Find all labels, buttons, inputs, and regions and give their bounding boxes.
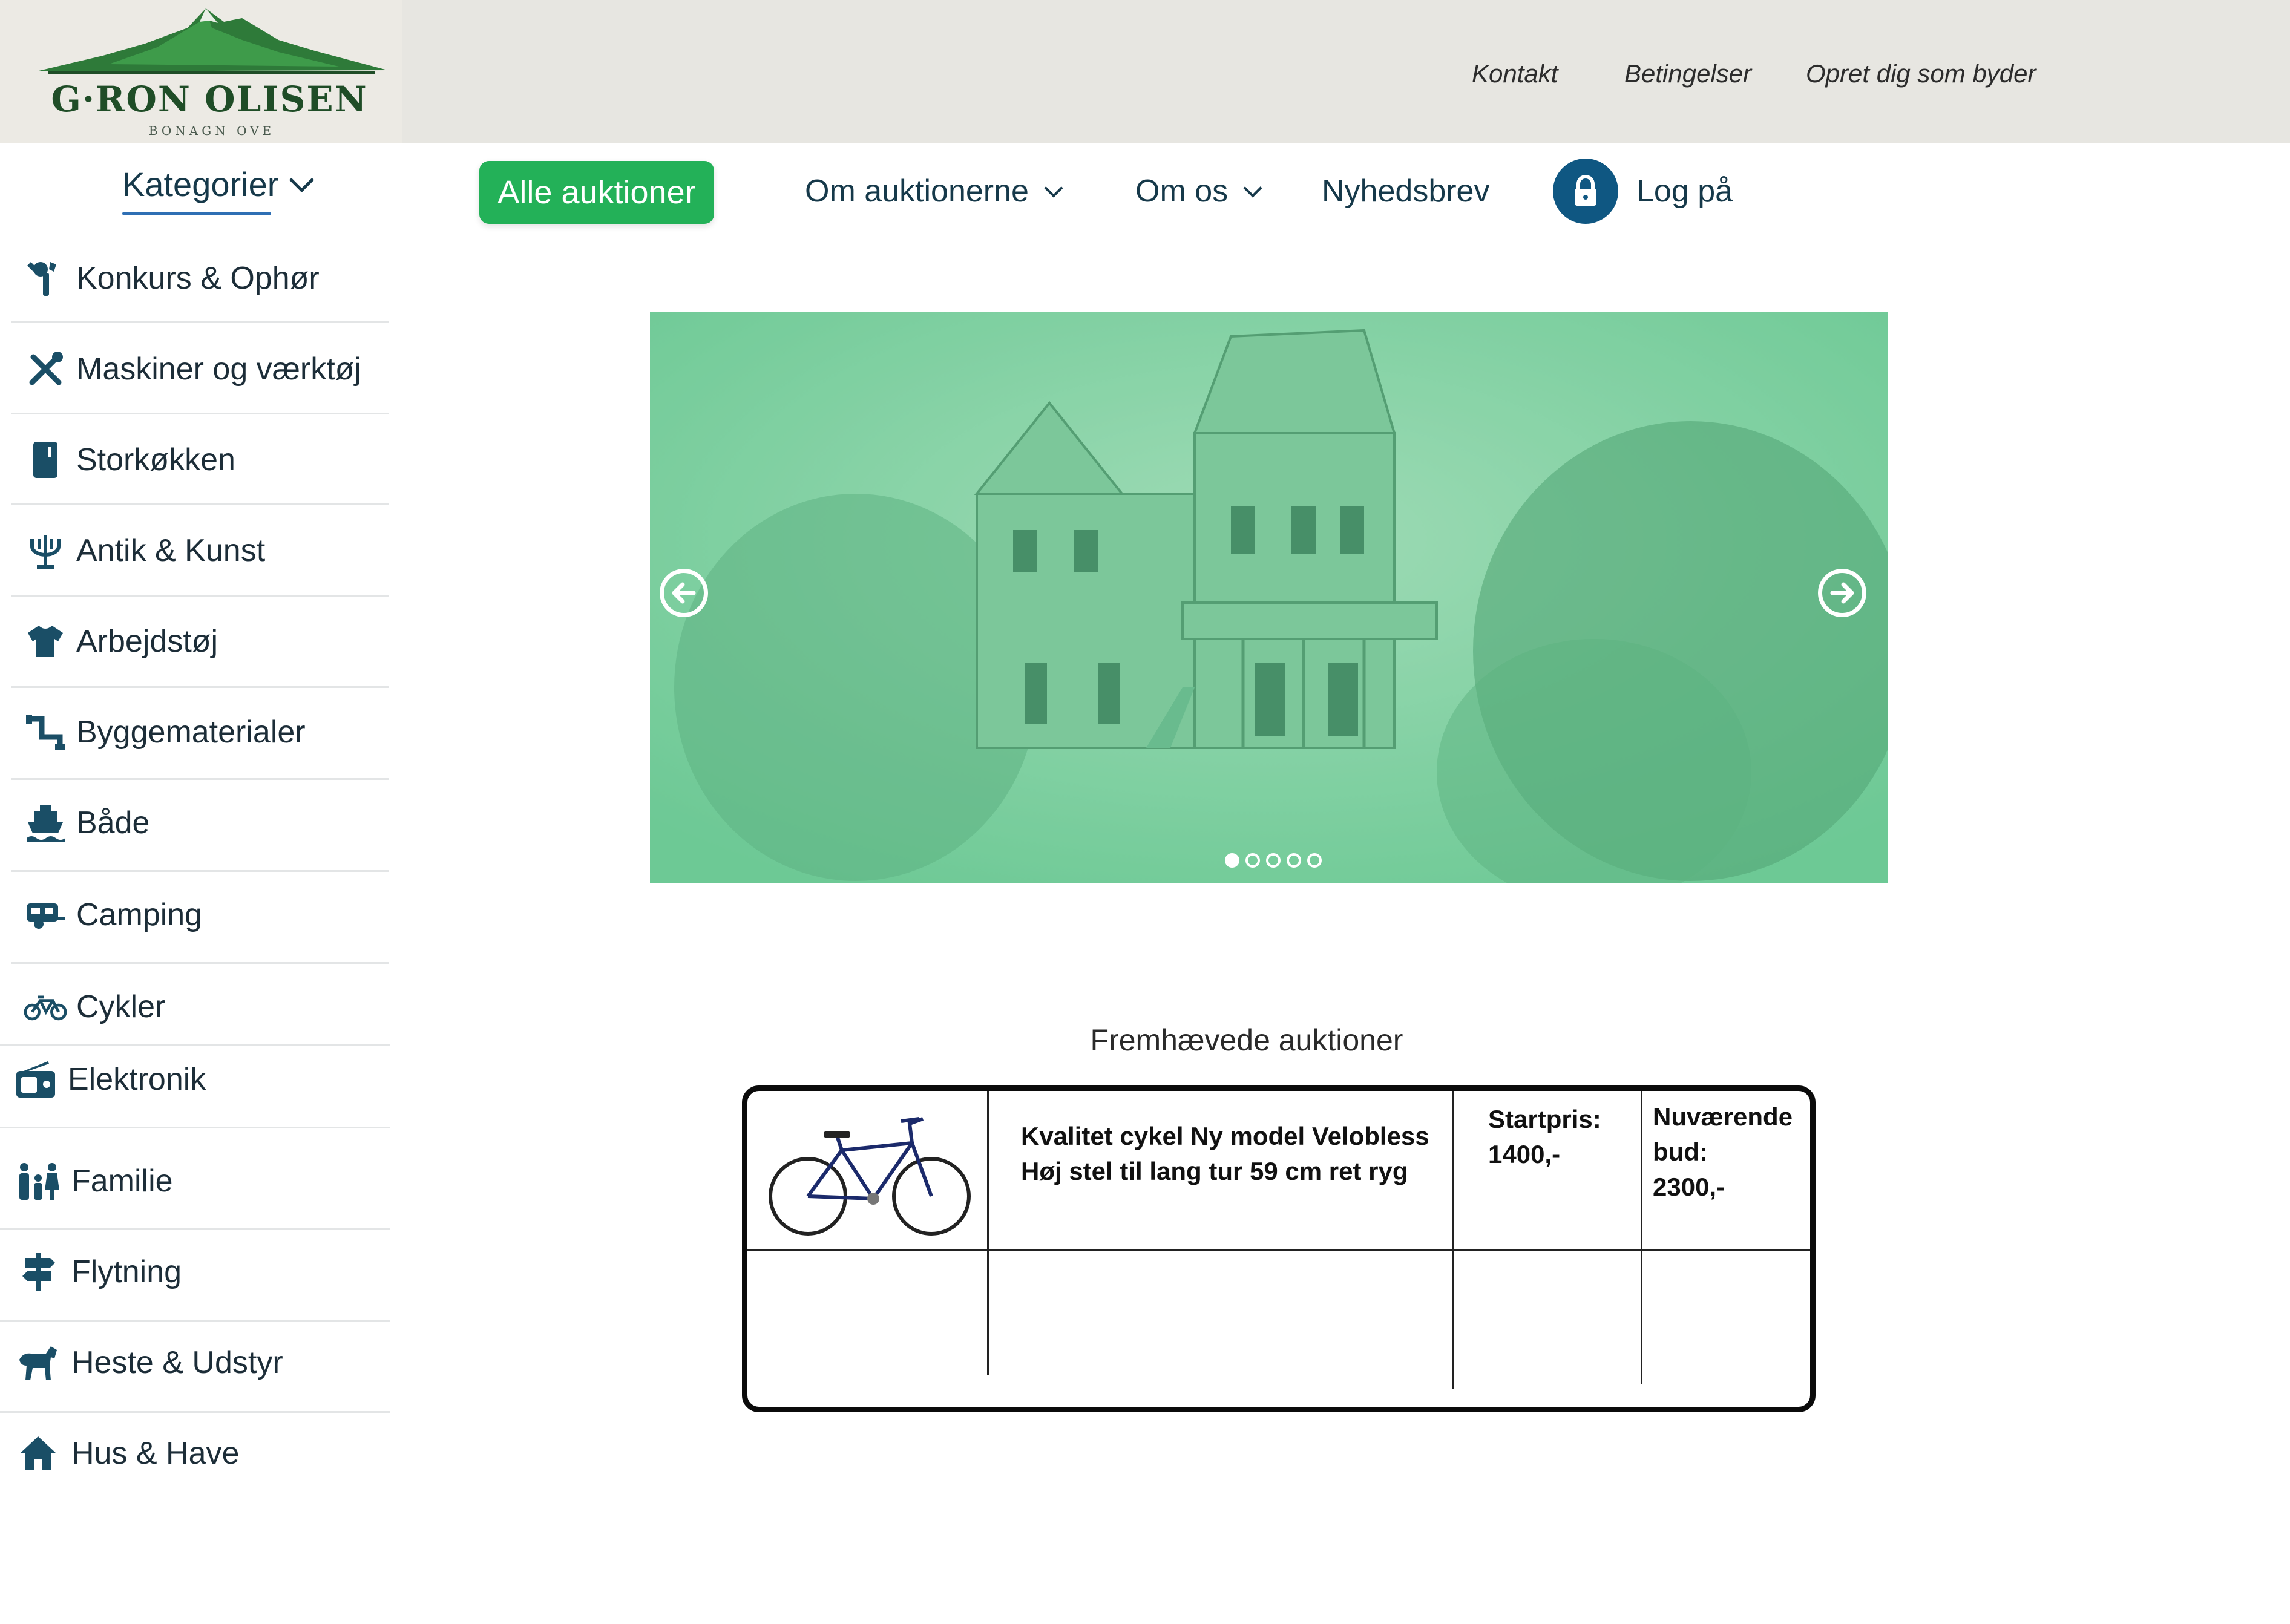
nav-about-us[interactable]: Om os xyxy=(1135,173,1262,209)
top-link-betingelser[interactable]: Betingelser xyxy=(1624,59,1751,88)
nav-newsletter[interactable]: Nyhedsbrev xyxy=(1322,173,1489,209)
shirt-icon xyxy=(24,620,67,663)
categories-toggle-label: Kategorier xyxy=(122,165,279,203)
category-label: Elektronik xyxy=(68,1062,206,1097)
candelabra-icon xyxy=(24,529,67,572)
category-label: Byggematerialer xyxy=(76,715,306,750)
family-icon xyxy=(17,1160,59,1202)
category-camping[interactable]: Camping xyxy=(0,885,390,945)
signpost-icon xyxy=(17,1251,59,1293)
start-price-value: 1400,- xyxy=(1488,1140,1561,1168)
category-bade[interactable]: Både xyxy=(0,793,390,853)
current-bid-label: Nuværende xyxy=(1653,1102,1793,1131)
carousel-dot[interactable] xyxy=(1266,853,1281,868)
category-hus-have[interactable]: Hus & Have xyxy=(0,1423,390,1484)
current-bid-value: 2300,- xyxy=(1653,1173,1725,1201)
category-elektronik[interactable]: Elektronik xyxy=(0,1049,390,1110)
chevron-down-icon xyxy=(289,167,315,193)
nav-about-auctions[interactable]: Om auktionerne xyxy=(805,173,1063,209)
carousel-dot[interactable] xyxy=(1225,853,1239,868)
nav-about-auctions-label: Om auktionerne xyxy=(805,174,1029,209)
carousel-dot[interactable] xyxy=(1245,853,1260,868)
carousel-prev-icon[interactable] xyxy=(660,569,708,617)
bicycle-icon xyxy=(24,986,67,1028)
category-label: Cykler xyxy=(76,989,166,1024)
nav-about-us-label: Om os xyxy=(1135,174,1229,209)
category-label: Både xyxy=(76,805,150,840)
current-bid-label-cont: bud: xyxy=(1653,1138,1708,1166)
carousel-dots xyxy=(1225,853,1322,868)
category-konkurs[interactable]: Konkurs & Ophør xyxy=(0,248,390,309)
top-bar: G·RON OLISEN BONAGN OVE Kontakt Betingel… xyxy=(0,0,2290,143)
logo[interactable]: G·RON OLISEN BONAGN OVE xyxy=(0,0,402,143)
category-storkokken[interactable]: Storkøkken xyxy=(0,430,390,490)
pipe-icon xyxy=(24,711,67,753)
chevron-down-icon xyxy=(1044,178,1063,198)
category-label: Heste & Udstyr xyxy=(71,1345,283,1380)
radio-icon xyxy=(15,1058,57,1101)
category-cykler[interactable]: Cykler xyxy=(0,977,390,1037)
start-price-label: Startpris: xyxy=(1488,1105,1601,1133)
item-title-line2: Høj stel til lang tur 59 cm ret ryg xyxy=(1021,1157,1408,1185)
item-title-line1: Kvalitet cykel Ny model Velobless xyxy=(1021,1122,1429,1150)
top-link-kontakt[interactable]: Kontakt xyxy=(1472,59,1558,88)
category-label: Antik & Kunst xyxy=(76,533,266,568)
category-byggematerialer[interactable]: Byggematerialer xyxy=(0,702,390,762)
categories-toggle[interactable]: Kategorier xyxy=(122,165,315,204)
hero-house-image xyxy=(650,312,1888,883)
category-familie[interactable]: Familie xyxy=(0,1151,390,1211)
brand-name: G·RON OLISEN xyxy=(51,79,368,120)
category-maskiner[interactable]: Maskiner og værktøj xyxy=(0,339,390,399)
category-label: Flytning xyxy=(71,1254,182,1289)
lock-icon[interactable] xyxy=(1553,159,1618,224)
categories-underline xyxy=(122,212,271,215)
category-label: Camping xyxy=(76,897,203,932)
carousel-dot[interactable] xyxy=(1307,853,1322,868)
tools-icon xyxy=(24,348,67,390)
category-flytning[interactable]: Flytning xyxy=(0,1242,390,1302)
carousel-dot[interactable] xyxy=(1287,853,1301,868)
hero-carousel[interactable] xyxy=(650,312,1888,883)
carousel-next-icon[interactable] xyxy=(1818,569,1866,617)
caravan-icon xyxy=(24,894,67,936)
category-antik[interactable]: Antik & Kunst xyxy=(0,520,390,581)
horse-icon xyxy=(17,1341,59,1384)
brand-tagline: BONAGN OVE xyxy=(148,123,275,137)
bicycle-product-image[interactable] xyxy=(764,1105,976,1239)
category-label: Konkurs & Ophør xyxy=(76,261,320,296)
featured-title: Fremhævede auktioner xyxy=(1090,1023,1403,1057)
house-icon xyxy=(17,1432,59,1475)
category-arbejdstoj[interactable]: Arbejdstøj xyxy=(0,611,390,672)
auction-hammer-icon xyxy=(24,257,67,300)
top-link-opret-byder[interactable]: Opret dig som byder xyxy=(1806,59,2036,88)
mountain-logo-icon xyxy=(36,8,387,74)
category-heste[interactable]: Heste & Udstyr xyxy=(0,1332,390,1393)
category-label: Familie xyxy=(71,1164,173,1199)
category-label: Arbejdstøj xyxy=(76,624,218,659)
login-link[interactable]: Log på xyxy=(1636,173,1733,209)
chevron-down-icon xyxy=(1243,178,1262,198)
featured-auctions-table: Kvalitet cykel Ny model Velobless Høj st… xyxy=(742,1085,1816,1412)
category-label: Storkøkken xyxy=(76,442,235,477)
boat-icon xyxy=(24,802,67,844)
category-label: Hus & Have xyxy=(71,1436,240,1471)
nav-newsletter-label: Nyhedsbrev xyxy=(1322,174,1490,209)
category-label: Maskiner og værktøj xyxy=(76,352,361,387)
fridge-icon xyxy=(24,439,67,481)
all-auctions-button[interactable]: Alle auktioner xyxy=(479,161,714,224)
